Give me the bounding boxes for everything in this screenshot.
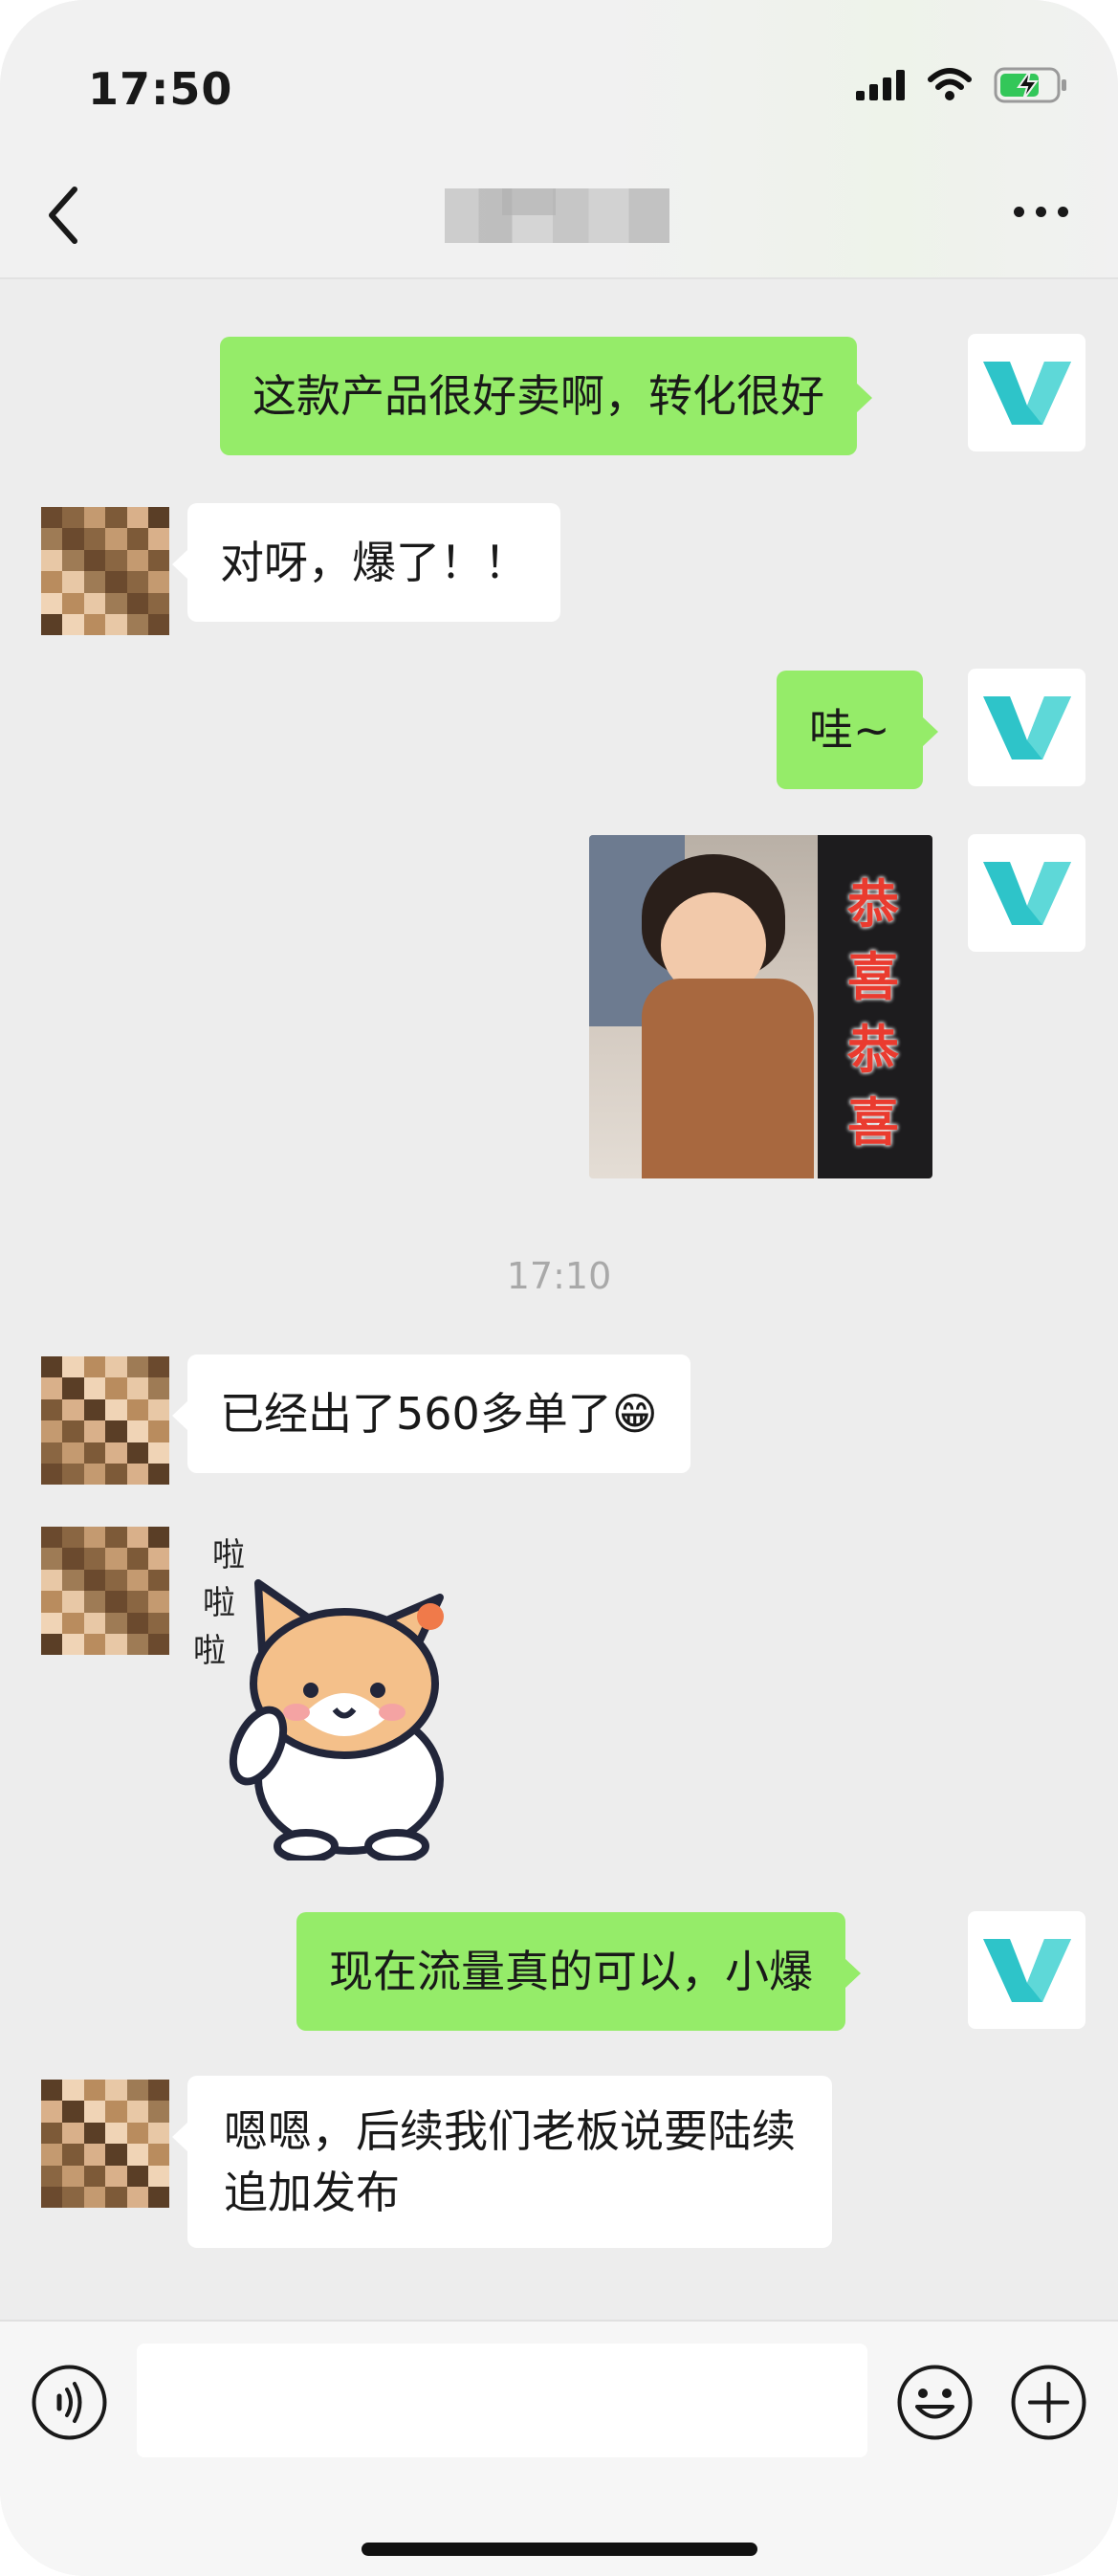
signal-icon xyxy=(856,70,905,100)
v-logo-icon xyxy=(982,861,1071,925)
message-bubble-me[interactable]: 这款产品很好卖啊，转化很好 xyxy=(220,337,872,455)
message-input[interactable] xyxy=(137,2344,867,2457)
message-line: 追加发布 xyxy=(224,2167,400,2218)
svg-text:啦: 啦 xyxy=(193,1632,226,1670)
message-line: 嗯嗯，后续我们老板说要陆续 xyxy=(224,2105,796,2157)
message-timestamp: 17:10 xyxy=(506,1255,612,1297)
voice-icon[interactable] xyxy=(31,2364,108,2441)
image-message[interactable]: 恭喜恭喜 xyxy=(589,835,932,1178)
chat-title-blurred xyxy=(445,188,669,243)
contact-avatar[interactable] xyxy=(41,507,169,635)
emoji-icon[interactable] xyxy=(896,2364,974,2441)
back-icon[interactable] xyxy=(44,182,82,249)
corgi-sticker[interactable]: 啦 啦 啦 xyxy=(191,1526,507,1860)
message-bubble-other[interactable]: 对呀，爆了！！ xyxy=(172,503,560,622)
image-caption: 恭喜恭喜 xyxy=(847,874,899,1153)
contact-avatar[interactable] xyxy=(41,2080,169,2208)
message-bubble-me[interactable]: 现在流量真的可以，小爆 xyxy=(296,1912,861,2031)
svg-text:啦: 啦 xyxy=(212,1536,245,1574)
battery-charging-icon xyxy=(994,67,1066,103)
contact-avatar[interactable] xyxy=(41,1356,169,1485)
wifi-icon xyxy=(928,68,972,100)
my-avatar[interactable] xyxy=(968,669,1085,786)
status-time: 17:50 xyxy=(88,63,233,115)
v-logo-icon xyxy=(982,361,1071,425)
contact-avatar[interactable] xyxy=(41,1527,169,1655)
message-bubble-me[interactable]: 哇~ xyxy=(777,671,938,789)
my-avatar[interactable] xyxy=(968,334,1085,451)
message-bubble-other[interactable]: 嗯嗯，后续我们老板说要陆续 追加发布 xyxy=(172,2076,832,2248)
plus-icon[interactable] xyxy=(1010,2364,1087,2441)
v-logo-icon xyxy=(982,695,1071,760)
message-bubble-other[interactable]: 已经出了560多单了😁 xyxy=(172,1354,691,1473)
my-avatar[interactable] xyxy=(968,834,1085,952)
input-bar xyxy=(0,2320,1118,2576)
status-icons xyxy=(856,67,1068,103)
chat-screen: 17:50 这款产品很好卖啊，转化很好 对呀，爆了！！ 哇~ 恭 喜 恭 喜 1… xyxy=(0,0,1118,2576)
v-logo-icon xyxy=(982,1938,1071,2002)
top-bar: 17:50 xyxy=(0,0,1118,279)
more-icon[interactable] xyxy=(1014,207,1068,217)
svg-text:啦: 啦 xyxy=(203,1584,235,1622)
home-indicator xyxy=(362,2543,757,2556)
my-avatar[interactable] xyxy=(968,1911,1085,2029)
